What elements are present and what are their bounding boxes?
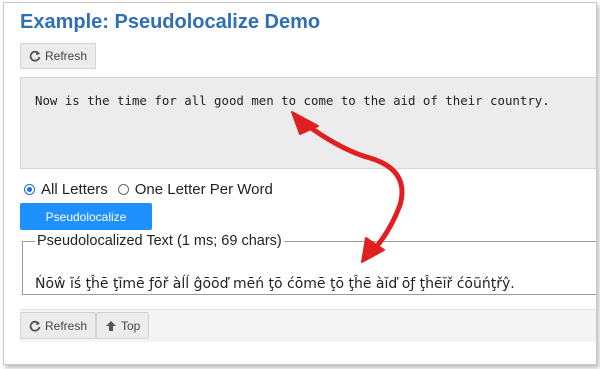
source-text-area[interactable]: Now is the time for all good men to come… [20,77,596,169]
radio-all-letters-label: All Letters [41,181,108,198]
refresh-button-bottom[interactable]: Refresh [20,312,97,339]
refresh-icon [29,320,41,332]
refresh-label: Refresh [45,49,88,63]
source-text: Now is the time for all good men to come… [35,93,550,108]
refresh-button-top[interactable]: Refresh [20,43,97,69]
radio-one-letter-label: One Letter Per Word [134,181,273,198]
radio-checked-icon [24,184,35,195]
result-legend: Pseudolocalized Text (1 ms; 69 chars) [37,233,282,249]
arrow-up-icon [106,320,116,331]
pseudolocalize-button[interactable]: Pseudolocalize [20,203,152,230]
demo-panel: Example: Pseudolocalize Demo Refresh Now… [3,2,597,365]
result-fieldset: Pseudolocalized Text (1 ms; 69 chars) Ńō… [22,233,596,295]
page-title: Example: Pseudolocalize Demo [20,11,321,33]
top-button[interactable]: Top [96,312,150,339]
refresh-label: Refresh [45,318,88,333]
pseudolocalized-text: Ńōŵ ĭś ţĥē ţĭmē ƒōř àĺĺ ĝōōď mēń ţō ćōmē… [35,276,515,292]
mode-radio-group: All Letters One Letter Per Word [24,181,273,198]
radio-unchecked-icon [117,184,129,195]
refresh-icon [29,50,41,62]
top-label: Top [121,318,141,333]
radio-one-letter-per-word[interactable]: One Letter Per Word [117,181,273,198]
radio-all-letters[interactable]: All Letters [24,181,108,198]
